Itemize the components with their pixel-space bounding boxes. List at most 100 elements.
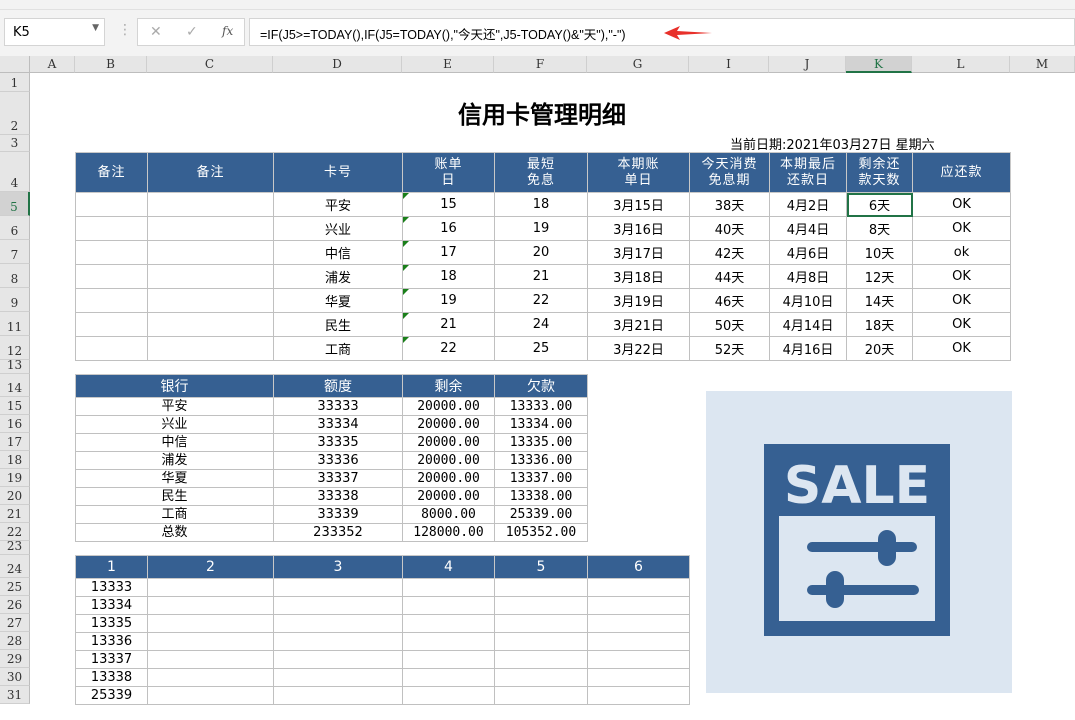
cell[interactable]: 44天 [689,264,770,289]
cell[interactable] [75,288,148,313]
cell[interactable] [273,668,403,687]
cell[interactable]: 13337 [75,650,148,669]
row-header-27[interactable]: 27 [0,614,30,632]
column-header-l[interactable]: L [912,56,1010,73]
cell[interactable]: OK [912,336,1011,361]
cell[interactable]: OK [912,264,1011,289]
cell[interactable]: 4月16日 [769,336,847,361]
cell[interactable]: 128000.00 [402,523,495,542]
cell[interactable] [587,578,690,597]
cell[interactable]: 4月2日 [769,192,847,217]
cell[interactable]: 33337 [273,469,403,488]
column-header-f[interactable]: F [494,56,587,73]
row-header-25[interactable]: 25 [0,578,30,596]
cell[interactable] [147,288,274,313]
column-header-j[interactable]: J [769,56,846,73]
cell[interactable]: 兴业 [273,216,403,241]
row-header-9[interactable]: 9 [0,288,30,312]
cell[interactable] [147,312,274,337]
cell[interactable] [587,668,690,687]
cell[interactable] [402,596,495,615]
formula-input[interactable]: =IF(J5>=TODAY(),IF(J5=TODAY(),"今天还",J5-T… [249,18,1075,46]
cell[interactable]: 4月14日 [769,312,847,337]
cell[interactable]: 20000.00 [402,469,495,488]
cell[interactable] [587,614,690,633]
row-header-14[interactable]: 14 [0,374,30,397]
cell[interactable] [273,578,403,597]
cell[interactable]: 33338 [273,487,403,506]
cell[interactable]: 民生 [273,312,403,337]
cell[interactable]: OK [912,312,1011,337]
cell[interactable] [147,632,274,651]
row-header-13[interactable]: 13 [0,360,30,374]
cell[interactable] [75,216,148,241]
cell[interactable]: 20000.00 [402,433,495,452]
cell[interactable]: 13338 [75,668,148,687]
row-header-22[interactable]: 22 [0,523,30,541]
cell[interactable]: 13334 [75,596,148,615]
cell[interactable]: 总数 [75,523,274,542]
cell[interactable]: 21 [494,264,588,289]
cell[interactable]: 33339 [273,505,403,524]
drag-handle-icon[interactable]: ⋮ [118,22,132,38]
cell[interactable]: 25339 [75,686,148,705]
cell[interactable]: 中信 [273,240,403,265]
cell[interactable]: 42天 [689,240,770,265]
column-header-a[interactable]: A [30,56,75,73]
cell[interactable] [147,240,274,265]
cell[interactable]: 6天 [846,192,913,217]
cell[interactable]: 20 [494,240,588,265]
cell[interactable]: 4月10日 [769,288,847,313]
cell[interactable]: 工商 [75,505,274,524]
cell[interactable]: 50天 [689,312,770,337]
cell[interactable] [494,578,588,597]
cell[interactable] [273,614,403,633]
cell[interactable]: 8000.00 [402,505,495,524]
row-header-18[interactable]: 18 [0,451,30,469]
insert-function-icon[interactable]: fx [222,24,233,38]
cell[interactable]: 18 [402,264,495,289]
cell[interactable] [75,336,148,361]
cell[interactable]: 33333 [273,397,403,416]
row-header-7[interactable]: 7 [0,240,30,264]
cell[interactable] [147,336,274,361]
cell[interactable]: 13336.00 [494,451,588,470]
cell[interactable]: 46天 [689,288,770,313]
row-header-17[interactable]: 17 [0,433,30,451]
cell[interactable]: 20000.00 [402,487,495,506]
cell[interactable] [147,578,274,597]
cell[interactable]: 20天 [846,336,913,361]
cell[interactable]: 13335 [75,614,148,633]
cell[interactable]: OK [912,192,1011,217]
cell[interactable] [147,668,274,687]
cell[interactable] [147,686,274,705]
cell[interactable]: 13338.00 [494,487,588,506]
cell[interactable] [75,192,148,217]
cell[interactable]: 25 [494,336,588,361]
row-header-16[interactable]: 16 [0,415,30,433]
cell[interactable]: 华夏 [273,288,403,313]
cell[interactable] [147,192,274,217]
cell[interactable]: 平安 [273,192,403,217]
cell[interactable] [147,264,274,289]
row-header-5[interactable]: 5 [0,192,30,216]
cell[interactable] [494,614,588,633]
cell[interactable]: 18天 [846,312,913,337]
cell[interactable]: 4月8日 [769,264,847,289]
cell[interactable] [494,650,588,669]
cell[interactable]: 浦发 [273,264,403,289]
cell[interactable]: OK [912,288,1011,313]
cell[interactable] [75,312,148,337]
cell[interactable]: 15 [402,192,495,217]
row-header-3[interactable]: 3 [0,135,30,152]
column-header-c[interactable]: C [147,56,273,73]
cell[interactable]: 21 [402,312,495,337]
cell[interactable] [75,240,148,265]
cell[interactable] [494,686,588,705]
cell[interactable]: ok [912,240,1011,265]
select-all-corner[interactable] [0,56,30,73]
column-header-g[interactable]: G [587,56,689,73]
cell[interactable]: 40天 [689,216,770,241]
row-header-23[interactable]: 23 [0,541,30,555]
chevron-down-icon[interactable]: ▼ [92,23,99,33]
